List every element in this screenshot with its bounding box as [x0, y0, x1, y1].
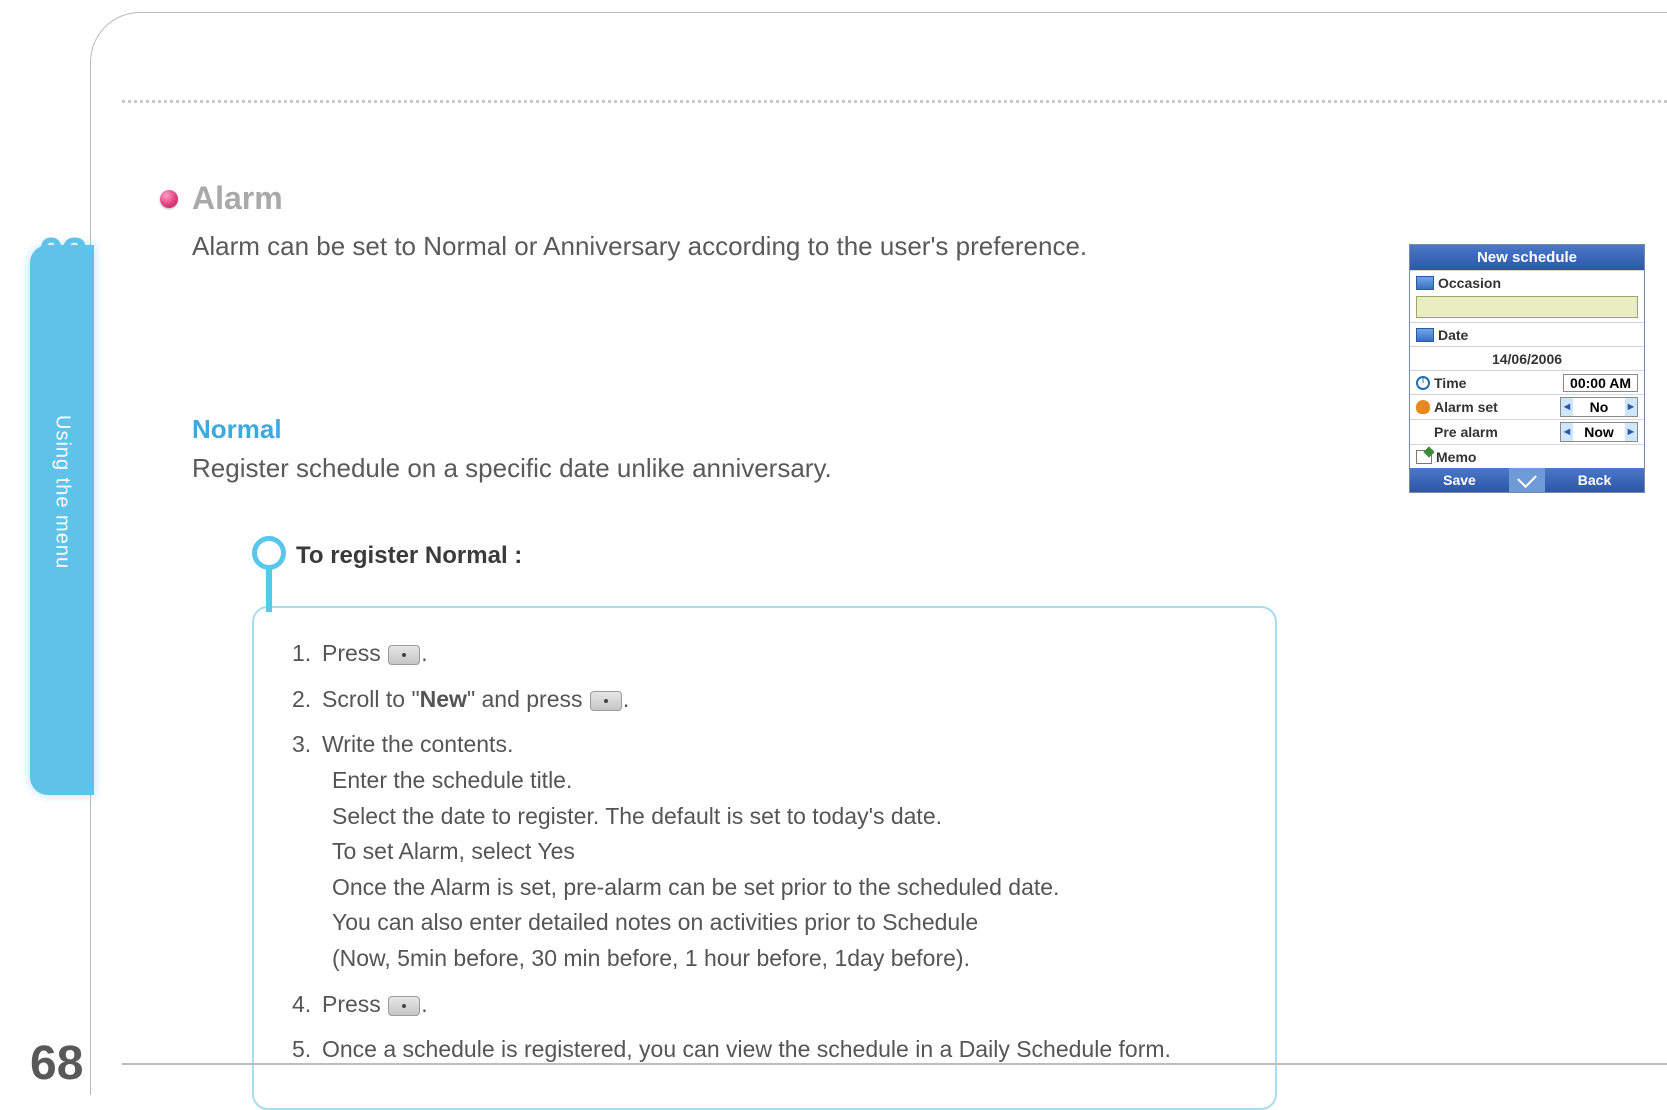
chapter-number: 03 [38, 227, 85, 281]
phone-label: Memo [1436, 449, 1476, 465]
phone-alarmset-selector[interactable]: ◄ No ► [1560, 397, 1638, 417]
step-text-bold: New [420, 686, 467, 712]
phone-label: Occasion [1438, 275, 1501, 291]
step-text: " and press [467, 686, 589, 712]
ok-key-icon [388, 996, 420, 1016]
page-top-divider [122, 100, 1667, 103]
section-title: Alarm [192, 180, 283, 217]
chevron-left-icon[interactable]: ◄ [1561, 398, 1573, 416]
phone-row-prealarm: Pre alarm ◄ Now ► [1410, 419, 1644, 444]
phone-screenshot: New schedule Occasion Date 14/06/2006 Ti… [1409, 244, 1645, 493]
clock-icon [1416, 376, 1430, 390]
bell-icon [1416, 400, 1430, 414]
phone-row-alarmset: Alarm set ◄ No ► [1410, 394, 1644, 419]
softkey-ok[interactable] [1509, 468, 1545, 492]
calendar-icon [1416, 276, 1434, 290]
step-item: Press . [292, 987, 1237, 1023]
phone-label: Pre alarm [1434, 424, 1498, 440]
page-number: 68 [30, 1036, 83, 1091]
phone-alarmset-value: No [1573, 399, 1625, 415]
phone-softkeys: Save Back [1410, 468, 1644, 492]
softkey-back[interactable]: Back [1545, 468, 1644, 492]
phone-date-value: 14/06/2006 [1492, 351, 1562, 367]
phone-row-date-label: Date [1410, 322, 1644, 346]
step-text: . [421, 640, 427, 666]
magnifier-handle-icon [266, 568, 272, 612]
phone-row-time: Time 00:00 AM [1410, 370, 1644, 394]
phone-titlebar: New schedule [1410, 245, 1644, 270]
step-text: . [421, 991, 427, 1017]
step-subtext: Once the Alarm is set, pre-alarm can be … [332, 870, 1237, 906]
bullet-icon [160, 190, 178, 208]
subsection-normal: Normal Register schedule on a specific d… [192, 414, 1637, 1110]
step-text: Write the contents. [322, 731, 513, 757]
steps-title: To register Normal : [296, 542, 1277, 570]
step-text: . [623, 686, 629, 712]
magnifier-icon [252, 536, 286, 570]
step-item: Press . [292, 636, 1237, 672]
ok-key-icon [388, 645, 420, 665]
memo-icon [1416, 450, 1432, 464]
calendar-icon [1416, 328, 1434, 342]
phone-time-value[interactable]: 00:00 AM [1563, 374, 1638, 392]
phone-label: Alarm set [1434, 399, 1498, 415]
phone-row-occasion: Occasion [1410, 270, 1644, 294]
steps-container: To register Normal : Press . Scroll to "… [252, 542, 1277, 1110]
phone-label: Date [1438, 327, 1468, 343]
chapter-side-tab: 03 Using the menu [30, 245, 94, 795]
step-text: Once a schedule is registered, you can v… [322, 1036, 1171, 1062]
step-subtext: (Now, 5min before, 30 min before, 1 hour… [332, 941, 1237, 977]
step-item: Scroll to "New" and press . [292, 682, 1237, 718]
chapter-title: Using the menu [51, 415, 74, 569]
ok-key-icon [590, 691, 622, 711]
page-bottom-rule [122, 1063, 1667, 1065]
section-heading: Alarm [160, 180, 1637, 217]
chevron-right-icon[interactable]: ► [1625, 423, 1637, 441]
phone-prealarm-value: Now [1573, 424, 1625, 440]
phone-label: Time [1434, 375, 1466, 391]
phone-row-date-value[interactable]: 14/06/2006 [1410, 346, 1644, 370]
phone-occasion-input[interactable] [1416, 296, 1638, 318]
softkey-save[interactable]: Save [1410, 468, 1509, 492]
phone-prealarm-selector[interactable]: ◄ Now ► [1560, 422, 1638, 442]
step-subtext: Select the date to register. The default… [332, 799, 1237, 835]
phone-row-memo: Memo [1410, 444, 1644, 468]
chevron-left-icon[interactable]: ◄ [1561, 423, 1573, 441]
step-text: Press [322, 991, 387, 1017]
steps-box: Press . Scroll to "New" and press . Writ… [252, 606, 1277, 1110]
chevron-right-icon[interactable]: ► [1625, 398, 1637, 416]
step-text: Press [322, 640, 387, 666]
step-item: Write the contents. Enter the schedule t… [292, 727, 1237, 976]
step-subtext: To set Alarm, select Yes [332, 834, 1237, 870]
step-text: Scroll to " [322, 686, 420, 712]
step-subtext: You can also enter detailed notes on act… [332, 905, 1237, 941]
step-subtext: Enter the schedule title. [332, 763, 1237, 799]
